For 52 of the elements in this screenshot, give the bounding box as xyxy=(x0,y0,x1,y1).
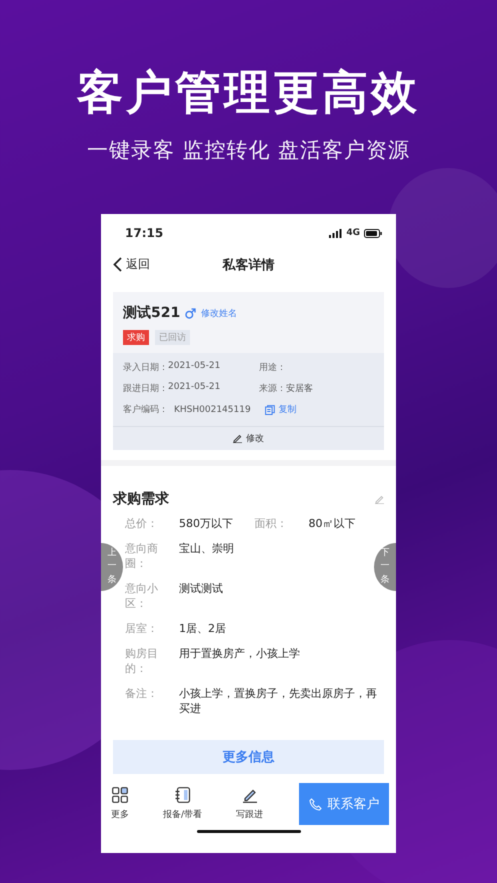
headline: 客户管理更高效 xyxy=(77,64,420,121)
copy-link[interactable]: 复制 xyxy=(264,403,297,416)
info-label: 来源： xyxy=(259,382,286,395)
field-label: 居室： xyxy=(125,621,159,636)
more-info-button[interactable]: 更多信息 xyxy=(113,740,384,774)
contact-button[interactable]: 联系客户 xyxy=(299,783,389,825)
field-value: 1居、2居 xyxy=(179,621,226,636)
section-title: 求购需求 xyxy=(113,490,169,508)
subheadline: 一键录客 监控转化 盘活客户资源 xyxy=(86,137,410,164)
field-value: 580万以下 xyxy=(179,516,233,531)
field-value: 小孩上学，置换房子，先卖出原房子，再买进 xyxy=(179,686,378,716)
back-button[interactable]: 返回 xyxy=(113,256,150,273)
tag: 求购 xyxy=(123,330,149,345)
male-icon xyxy=(185,308,196,318)
field-value: 宝山、崇明 xyxy=(179,541,234,557)
info-value: KHSH002145119 xyxy=(174,404,251,414)
customer-name: 测试521 xyxy=(123,304,180,322)
field-label: 面积： xyxy=(254,516,288,531)
pencil-icon[interactable] xyxy=(233,434,242,443)
field-label: 总价： xyxy=(125,516,159,531)
more-tab[interactable]: 更多 xyxy=(111,787,129,821)
battery-icon xyxy=(364,228,382,238)
page-title: 私客详情 xyxy=(222,256,274,274)
info-value: 安居客 xyxy=(286,382,313,395)
pencil-icon[interactable] xyxy=(242,787,258,803)
follow-up-tab[interactable]: 写跟进 xyxy=(236,787,264,821)
field-value: 测试测试 xyxy=(179,581,223,597)
field-label: 意向小区： xyxy=(125,581,159,611)
grid-icon[interactable] xyxy=(112,787,128,803)
info-value: 2021-05-21 xyxy=(168,382,220,394)
info-label: 用途： xyxy=(259,362,286,374)
network-label: 4G xyxy=(346,228,360,238)
field-value: 用于置换房产，小孩上学 xyxy=(179,646,300,662)
info-label: 客户编码： xyxy=(123,404,168,416)
signal-icon xyxy=(329,228,342,238)
notebook-icon[interactable] xyxy=(174,787,191,803)
report-tab[interactable]: 报备/带看 xyxy=(163,787,202,821)
field-value: 80㎡以下 xyxy=(308,516,356,531)
field-label: 购房目的： xyxy=(125,646,159,676)
field-label: 备注： xyxy=(125,686,159,702)
info-value: 2021-05-21 xyxy=(168,361,220,373)
previous-button[interactable]: 上一条 xyxy=(101,543,123,591)
status-time: 17:15 xyxy=(125,226,164,240)
info-label: 跟进日期： xyxy=(123,382,168,395)
tag: 已回访 xyxy=(155,330,190,345)
info-label: 录入日期： xyxy=(123,362,168,374)
rename-link[interactable]: 修改姓名 xyxy=(201,306,238,320)
back-icon[interactable] xyxy=(113,257,122,272)
copy-icon[interactable] xyxy=(264,404,275,414)
field-label: 意向商圈： xyxy=(125,541,159,571)
phone-icon[interactable] xyxy=(308,798,322,810)
next-button[interactable]: 下一条 xyxy=(374,543,396,591)
